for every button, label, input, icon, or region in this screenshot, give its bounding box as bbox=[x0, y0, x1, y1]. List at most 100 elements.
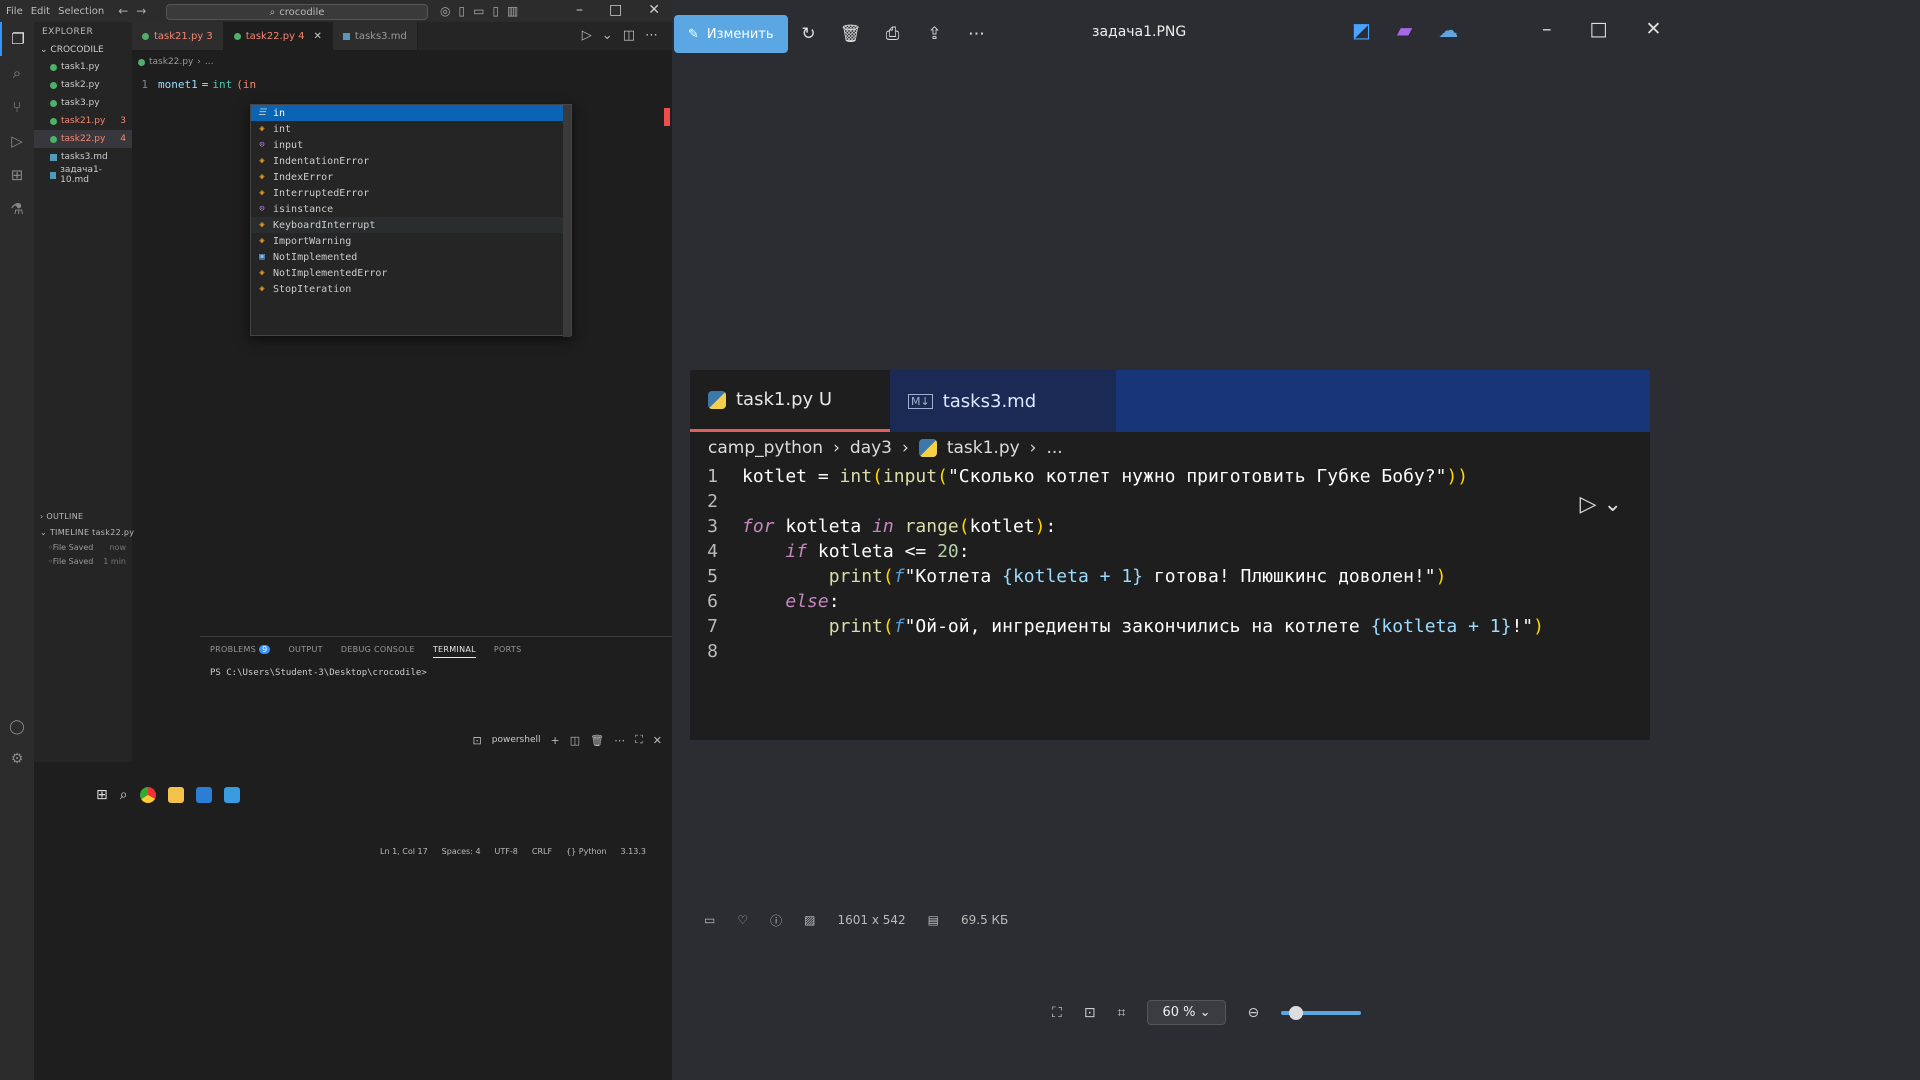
suggestion-item[interactable]: ▣ NotImplemented bbox=[251, 249, 571, 265]
file-item[interactable]: task3.py bbox=[34, 94, 132, 112]
timeline-item[interactable]: ◦ File Saved now bbox=[34, 540, 132, 554]
file-item[interactable]: tasks3.md bbox=[34, 148, 132, 166]
account-icon[interactable]: ◯ bbox=[0, 712, 34, 742]
suggestion-item[interactable]: ◈ NotImplementedError bbox=[251, 265, 571, 281]
run-python-icon[interactable]: ▷ bbox=[582, 28, 592, 43]
trash-icon[interactable]: 🗑 bbox=[590, 734, 604, 747]
file-item[interactable]: task21.py 3 bbox=[34, 112, 132, 130]
more-actions-icon[interactable]: ⋯ bbox=[614, 734, 625, 747]
manage-gear-icon[interactable]: ⚙ bbox=[0, 744, 34, 774]
zoom-slider[interactable] bbox=[1281, 1005, 1362, 1020]
suggestion-item[interactable]: ◈ ImportWarning bbox=[251, 233, 571, 249]
terminal-shell-label[interactable]: powershell bbox=[492, 735, 541, 745]
suggestion-item[interactable]: ◈ int bbox=[251, 121, 571, 137]
file-explorer-icon[interactable] bbox=[167, 787, 184, 803]
source-control-icon[interactable]: ⑂ bbox=[0, 90, 34, 124]
maximize-panel-icon[interactable]: ⛶ bbox=[635, 733, 643, 747]
maximize-icon[interactable]: □ bbox=[1590, 18, 1608, 40]
suggestion-item[interactable]: ☰ in bbox=[251, 105, 571, 121]
menu-item-selection[interactable]: Selection bbox=[58, 6, 104, 17]
close-panel-icon[interactable]: ✕ bbox=[653, 734, 662, 747]
suggestion-item[interactable]: ◈ IndentationError bbox=[251, 153, 571, 169]
editor-tab[interactable]: task22.py 4 ✕ bbox=[223, 22, 333, 50]
explorer-icon[interactable]: ❐ bbox=[0, 22, 34, 56]
breadcrumb-file[interactable]: task22.py bbox=[149, 57, 193, 67]
file-item[interactable]: task1.py bbox=[34, 58, 132, 76]
menu-item-file[interactable]: File bbox=[6, 6, 23, 17]
start-icon[interactable]: ⊞ bbox=[96, 787, 108, 803]
terminal-prompt[interactable]: PS C:\Users\Student-3\Desktop\crocodile> bbox=[200, 666, 672, 680]
actual-size-icon[interactable]: ⊡ bbox=[1084, 1005, 1096, 1021]
toggle-panel-icon[interactable]: ▭ bbox=[473, 4, 484, 18]
suggestion-item[interactable]: ⊙ isinstance bbox=[251, 201, 571, 217]
more-options-icon[interactable]: ⋯ bbox=[956, 15, 998, 53]
status-item[interactable]: Ln 1, Col 17 bbox=[380, 847, 428, 856]
new-terminal-icon[interactable]: + bbox=[550, 734, 559, 747]
menu-item-edit[interactable]: Edit bbox=[31, 6, 50, 17]
toggle-sidebar-icon[interactable]: ▯ bbox=[458, 4, 465, 18]
customize-layout-icon[interactable]: ▥ bbox=[507, 4, 518, 18]
editor-tab[interactable]: task21.py 3 bbox=[132, 22, 224, 50]
panel-tab-ports[interactable]: PORTS bbox=[494, 645, 522, 658]
back-arrow-icon[interactable]: ← bbox=[118, 4, 128, 18]
zoom-out-icon[interactable]: ⊖ bbox=[1248, 1005, 1260, 1021]
outline-header[interactable]: › OUTLINE bbox=[34, 508, 132, 524]
timeline-header[interactable]: ⌄ TIMELINE task22.py bbox=[34, 524, 134, 540]
status-item[interactable]: 3.13.3 bbox=[621, 847, 646, 856]
split-terminal-icon[interactable]: ◫ bbox=[570, 734, 580, 747]
filmstrip-icon[interactable]: ▭ bbox=[704, 913, 715, 927]
command-center-search[interactable]: ⌕ crocodile bbox=[166, 4, 428, 20]
zoom-slider-thumb[interactable] bbox=[1289, 1005, 1304, 1020]
edit-button[interactable]: ✎ Изменить bbox=[674, 15, 788, 53]
screenshot-icon[interactable]: ⌗ bbox=[1118, 1005, 1126, 1021]
workspace-folder[interactable]: ⌄ CROCODILE bbox=[34, 42, 132, 58]
print-icon[interactable]: ⎙ bbox=[872, 15, 914, 53]
share-icon[interactable]: ⇪ bbox=[914, 15, 956, 53]
file-item[interactable]: task22.py 4 bbox=[34, 130, 132, 148]
breadcrumb-symbol[interactable]: ... bbox=[205, 57, 214, 67]
close-icon[interactable]: ✕ bbox=[1645, 18, 1661, 40]
toggle-secondary-sidebar-icon[interactable]: ▯ bbox=[492, 4, 499, 18]
run-debug-icon[interactable]: ▷ bbox=[0, 124, 34, 158]
status-item[interactable]: CRLF bbox=[532, 847, 552, 856]
delete-icon[interactable]: 🗑 bbox=[830, 15, 872, 53]
chrome-icon[interactable] bbox=[139, 787, 156, 803]
suggest-scrollbar[interactable] bbox=[563, 105, 571, 337]
minimize-icon[interactable]: – bbox=[576, 2, 583, 18]
file-item[interactable]: task2.py bbox=[34, 76, 132, 94]
suggestion-item[interactable]: ◈ KeyboardInterrupt bbox=[251, 217, 571, 233]
copilot-icon[interactable]: ◎ bbox=[440, 4, 450, 18]
favorite-icon[interactable]: ♡ bbox=[737, 913, 748, 927]
close-tab-icon[interactable]: ✕ bbox=[314, 31, 322, 42]
suggestion-item[interactable]: ◈ InterruptedError bbox=[251, 185, 571, 201]
designer-icon[interactable]: ◩ bbox=[1352, 18, 1371, 42]
forward-arrow-icon[interactable]: → bbox=[136, 4, 146, 18]
maximize-icon[interactable]: □ bbox=[609, 2, 622, 18]
split-editor-icon[interactable]: ◫ bbox=[623, 28, 635, 43]
suggestion-item[interactable]: ◈ StopIteration bbox=[251, 281, 571, 297]
suggestion-item[interactable]: ◈ IndexError bbox=[251, 169, 571, 185]
panel-tab-debug-console[interactable]: DEBUG CONSOLE bbox=[341, 645, 415, 658]
status-item[interactable]: UTF-8 bbox=[495, 847, 518, 856]
search-icon[interactable]: ⌕ bbox=[0, 56, 34, 90]
panel-tab-terminal[interactable]: TERMINAL bbox=[432, 645, 476, 658]
panel-tab-problems[interactable]: PROBLEMS 9 bbox=[210, 645, 271, 658]
chevron-down-icon[interactable]: ⌄ bbox=[602, 28, 613, 43]
extensions-icon[interactable]: ⊞ bbox=[0, 158, 34, 192]
vscode-icon[interactable] bbox=[195, 787, 212, 803]
onedrive-offline-icon[interactable]: ☁ bbox=[1438, 18, 1458, 42]
fit-to-window-icon[interactable]: ⛶ bbox=[1052, 1005, 1062, 1021]
suggestion-item[interactable]: ⊙ input bbox=[251, 137, 571, 153]
editor-tab[interactable]: tasks3.md bbox=[332, 22, 418, 50]
status-item[interactable]: {} Python bbox=[566, 847, 606, 856]
photos-icon[interactable] bbox=[223, 787, 240, 803]
rotate-icon[interactable]: ↻ bbox=[788, 15, 830, 53]
timeline-item[interactable]: ◦ File Saved 1 min bbox=[34, 554, 132, 568]
status-item[interactable]: Spaces: 4 bbox=[442, 847, 481, 856]
testing-icon[interactable]: ⚗ bbox=[0, 192, 34, 226]
more-actions-icon[interactable]: ⋯ bbox=[645, 28, 658, 43]
close-icon[interactable]: ✕ bbox=[648, 2, 660, 18]
panel-tab-output[interactable]: OUTPUT bbox=[288, 645, 322, 658]
search-icon[interactable]: ⌕ bbox=[120, 787, 128, 803]
minimize-icon[interactable]: – bbox=[1542, 18, 1552, 40]
